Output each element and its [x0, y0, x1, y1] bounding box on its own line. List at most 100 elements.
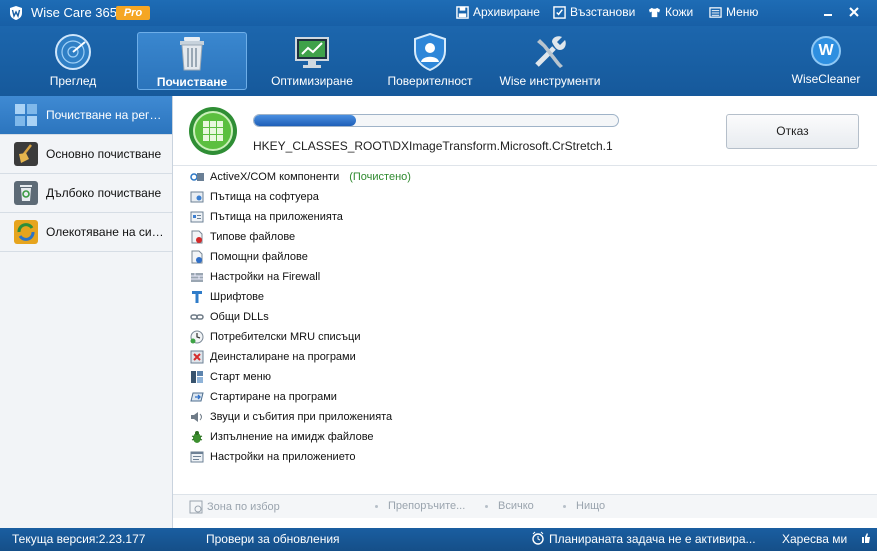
- backup-link[interactable]: Архивиране: [456, 4, 540, 20]
- tab-optimize-label: Оптимизиране: [271, 74, 353, 88]
- list-item: Типове файлове: [190, 227, 295, 247]
- menu-icon: [709, 6, 722, 18]
- tab-overview-label: Преглед: [49, 74, 97, 88]
- software-path-icon: [190, 191, 204, 203]
- main-panel: HKEY_CLASSES_ROOT\DXImageTransform.Micro…: [173, 96, 877, 528]
- registry-icon: [15, 104, 37, 126]
- help-file-icon: [191, 250, 203, 264]
- select-recommended-label: Препоръчите...: [388, 500, 466, 512]
- file-type-icon: [191, 230, 203, 244]
- item-label: Деинсталиране на програми: [210, 351, 356, 363]
- sidebar: Почистване на регистрите Основно почиств…: [0, 96, 173, 528]
- recycle-icon: [14, 181, 38, 205]
- select-all-link[interactable]: Всичко: [485, 500, 534, 512]
- menu-link[interactable]: Меню: [709, 4, 758, 20]
- bullet-icon: [375, 504, 378, 508]
- select-recommended-link[interactable]: Препоръчите...: [375, 500, 465, 512]
- sidebar-item-label: Почистване на регистрите: [46, 108, 168, 122]
- item-label: Помощни файлове: [210, 251, 308, 263]
- item-label: Изпълнение на имидж файлове: [210, 431, 374, 443]
- list-item: Звуци и събития при приложенията: [190, 407, 392, 427]
- scan-header: HKEY_CLASSES_ROOT\DXImageTransform.Micro…: [173, 96, 877, 166]
- app-logo-icon: [10, 6, 22, 20]
- list-item: Деинсталиране на програми: [190, 347, 356, 367]
- cancel-button[interactable]: Отказ: [726, 114, 859, 149]
- item-label: Пътища на софтуера: [210, 191, 319, 203]
- wisecleaner-brand[interactable]: W WiseCleaner: [791, 36, 861, 86]
- sound-icon: [191, 412, 202, 422]
- list-item: Настройки на Firewall: [190, 267, 320, 287]
- sidebar-item-label: Основно почистване: [46, 147, 162, 161]
- status-bar: Текуща версия:2.23.177 Провери за обновл…: [0, 528, 877, 551]
- title-bar: Wise Care 365 Pro Архивиране Възстанови …: [0, 0, 877, 26]
- pro-badge: Pro: [116, 6, 150, 20]
- list-item: Настройки на приложението: [190, 447, 355, 467]
- close-button[interactable]: [843, 2, 865, 22]
- select-none-link[interactable]: Нищо: [563, 500, 605, 512]
- list-item: Пътища на софтуера: [190, 187, 319, 207]
- minimize-icon: [824, 14, 832, 16]
- list-item: Пътища на приложенията: [190, 207, 343, 227]
- scan-current-path: HKEY_CLASSES_ROOT\DXImageTransform.Micro…: [253, 139, 613, 153]
- skins-link[interactable]: Кожи: [648, 4, 693, 20]
- sidebar-item-registry-cleaner[interactable]: Почистване на регистрите: [0, 96, 172, 135]
- scheduled-task-link[interactable]: Планираната задача не е активира...: [549, 532, 756, 546]
- item-label: ActiveX/COM компоненти: [210, 171, 340, 183]
- uninstall-icon: [190, 350, 204, 364]
- alarm-clock-icon: [532, 531, 544, 545]
- restore-icon: [553, 5, 566, 19]
- restore-link[interactable]: Възстанови: [553, 4, 635, 20]
- list-item: Старт меню: [190, 367, 271, 387]
- select-none-label: Нищо: [576, 500, 606, 512]
- bug-icon: [191, 431, 203, 443]
- font-icon: [192, 291, 202, 303]
- item-label: Потребителски MRU списъци: [210, 331, 361, 343]
- wisecleaner-logo-icon: W: [811, 36, 841, 66]
- sidebar-item-advanced-cleaner[interactable]: Дълбоко почистване: [0, 174, 172, 213]
- item-label: Настройки на приложението: [210, 451, 356, 463]
- tools-icon: [535, 36, 566, 68]
- restore-label: Възстанови: [570, 5, 636, 19]
- item-status: (Почистено): [349, 171, 411, 183]
- scan-progress-bar: [253, 114, 619, 127]
- sidebar-item-common-cleaner[interactable]: Основно почистване: [0, 135, 172, 174]
- item-label: Звуци и събития при приложенията: [210, 411, 393, 423]
- custom-zone-label: Зона по избор: [207, 501, 280, 513]
- tab-wise-tools[interactable]: Wise инструменти: [495, 32, 605, 92]
- list-item: Изпълнение на имидж файлове: [190, 427, 374, 447]
- select-all-label: Всичко: [498, 500, 534, 512]
- sidebar-item-system-slimming[interactable]: Олекотяване на системата: [0, 213, 172, 252]
- dll-icon: [190, 314, 204, 320]
- tab-cleanup-label: Почистване: [156, 75, 228, 89]
- app-title: Wise Care 365: [31, 5, 117, 20]
- custom-zone-icon: [189, 500, 203, 514]
- list-item: Шрифтове: [190, 287, 264, 307]
- activex-icon: [190, 173, 204, 181]
- selection-bar: Зона по избор Препоръчите... Всичко Нищо: [173, 494, 877, 518]
- sidebar-item-label: Дълбоко почистване: [46, 186, 162, 200]
- tab-optimize[interactable]: Оптимизиране: [267, 32, 357, 92]
- item-label: Типове файлове: [210, 231, 296, 243]
- tab-cleanup[interactable]: Почистване: [137, 32, 247, 90]
- tab-wise-tools-label: Wise инструменти: [499, 74, 601, 88]
- list-item: Помощни файлове: [190, 247, 308, 267]
- menu-label: Меню: [726, 5, 759, 19]
- item-label: Старт меню: [210, 371, 271, 383]
- list-item: Стартиране на програми: [190, 387, 337, 407]
- check-updates-link[interactable]: Провери за обновления: [206, 532, 340, 546]
- wisecleaner-label: WiseCleaner: [791, 72, 861, 86]
- slim-icon: [14, 220, 38, 244]
- radar-icon: [55, 34, 91, 70]
- firewall-icon: [191, 273, 203, 282]
- custom-zone-link[interactable]: Зона по избор: [189, 500, 280, 514]
- tab-overview[interactable]: Преглед: [28, 32, 118, 92]
- version-text: Текуща версия:2.23.177: [12, 532, 146, 546]
- save-icon: [456, 5, 469, 19]
- minimize-button[interactable]: [817, 2, 839, 22]
- tab-privacy[interactable]: Поверителност: [380, 32, 480, 92]
- item-label: Настройки на Firewall: [210, 271, 321, 283]
- like-link[interactable]: Харесва ми: [782, 532, 847, 546]
- startup-icon: [190, 392, 204, 402]
- broom-icon: [14, 142, 38, 166]
- list-item: Потребителски MRU списъци: [190, 327, 361, 347]
